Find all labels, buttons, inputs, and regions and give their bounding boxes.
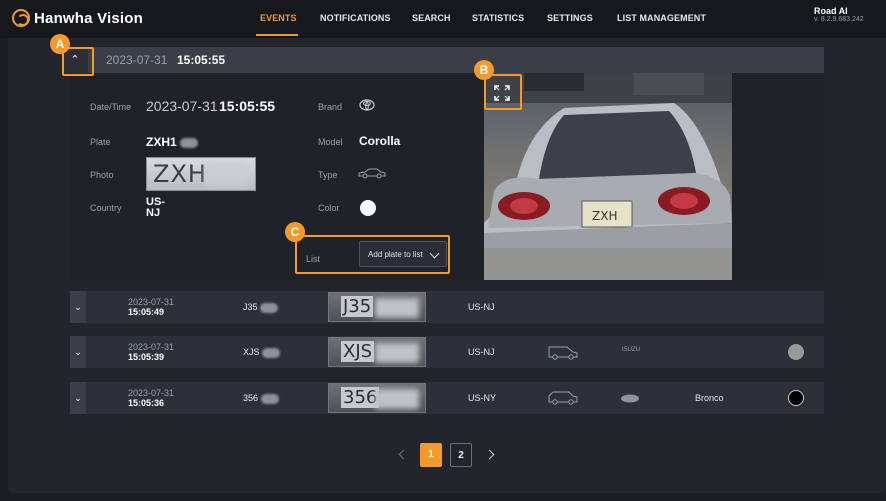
highlight-a: [62, 47, 94, 76]
row-date: 2023-07-31: [128, 342, 175, 352]
event-date: 2023-07-31: [106, 53, 168, 67]
van-icon: [548, 346, 578, 360]
logo-text: Hanwha Vision: [34, 9, 144, 27]
event-row[interactable]: ⌄ 2023-07-31 15:05:39 XJS XJS US-NJ ISUZU: [70, 336, 824, 368]
nav-search[interactable]: SEARCH: [412, 13, 451, 23]
page-2-button[interactable]: 2: [450, 443, 472, 467]
active-tab-indicator: [256, 34, 298, 36]
row-datetime: 2023-07-31 15:05:36: [128, 388, 174, 408]
version-text: v. 8.2.9.683.242: [814, 16, 864, 23]
datetime-date: 2023-07-31: [146, 98, 218, 114]
event-row[interactable]: ⌄ 2023-07-31 15:05:49 J35 J35 US-NJ: [70, 291, 824, 323]
row-datetime: 2023-07-31 15:05:49: [128, 297, 174, 317]
row-plate-photo-text: J35: [341, 296, 374, 317]
row-plate-text: J35: [243, 302, 258, 312]
row-plate-photo-redaction: [375, 389, 419, 409]
toyota-logo-icon: [359, 99, 375, 111]
row-plate-photo-text: 356: [341, 387, 380, 408]
row-model: Bronco: [695, 393, 724, 403]
logo: Hanwha Vision: [12, 9, 143, 27]
nav-settings[interactable]: SETTINGS: [547, 13, 593, 23]
page-1-button[interactable]: 1: [420, 443, 442, 467]
row-plate-text: XJS: [243, 347, 260, 357]
nav-notifications[interactable]: NOTIFICATIONS: [320, 13, 391, 23]
nav-statistics[interactable]: STATISTICS: [472, 13, 524, 23]
plate-label: Plate: [90, 137, 111, 147]
ford-logo-icon: [621, 394, 639, 403]
plate-photo: ZXH: [146, 157, 256, 191]
vehicle-color-swatch: [360, 200, 376, 216]
top-bar: Hanwha Vision EVENTS NOTIFICATIONS SEARC…: [0, 0, 886, 38]
row-plate-photo: 356: [328, 383, 426, 413]
row-plate-text: 356: [243, 393, 259, 403]
chevron-down-icon: ⌄: [74, 347, 82, 357]
photo-label: Photo: [90, 170, 114, 180]
row-date: 2023-07-31: [128, 297, 175, 307]
row-time: 15:05:39: [128, 352, 165, 362]
expand-toggle-button[interactable]: ⌄: [70, 382, 86, 414]
brand-label: Brand: [318, 102, 343, 112]
plate-redaction: [180, 137, 199, 148]
row-plate-redaction: [260, 302, 279, 313]
plate-photo-redaction: [205, 164, 249, 186]
row-color-swatch: [788, 344, 804, 360]
product-info: Road AI v. 8.2.9.683.242: [814, 6, 864, 23]
row-time: 15:05:36: [128, 398, 165, 408]
event-time: 15:05:55: [177, 53, 226, 67]
row-plate: 356: [243, 393, 279, 404]
plate-value: ZXH1: [146, 135, 199, 149]
suv-icon: [548, 391, 578, 405]
row-date: 2023-07-31: [128, 388, 175, 398]
row-plate-photo-redaction: [375, 298, 419, 318]
row-country: US-NJ: [468, 347, 495, 357]
expand-toggle-button[interactable]: ⌄: [70, 336, 86, 368]
row-plate-photo: J35: [328, 292, 426, 322]
country-value: US-NJ: [146, 196, 165, 219]
plate-photo-text: ZXH: [153, 160, 207, 188]
model-label: Model: [318, 137, 343, 147]
car-plate-text: ZXH: [592, 209, 617, 223]
expand-toggle-button[interactable]: ⌄: [70, 291, 86, 323]
row-plate: J35: [243, 302, 279, 313]
hanwha-logo-icon: [12, 9, 30, 27]
annotation-badge-c: C: [285, 222, 305, 242]
chevron-down-icon: ⌄: [74, 302, 82, 312]
datetime-label: Date/Time: [90, 102, 132, 112]
country-label: Country: [90, 203, 122, 213]
row-plate-redaction: [260, 393, 279, 404]
nav-list-management[interactable]: LIST MANAGEMENT: [617, 13, 706, 23]
row-plate-redaction: [262, 347, 281, 358]
plate-text: ZXH1: [146, 135, 177, 149]
model-value: Corolla: [359, 134, 401, 148]
row-country: US-NY: [468, 393, 497, 403]
nav-events[interactable]: EVENTS: [260, 13, 297, 23]
row-country: US-NJ: [468, 302, 495, 312]
sedan-icon: [358, 168, 386, 179]
row-time: 15:05:49: [128, 307, 165, 317]
type-label: Type: [318, 170, 338, 180]
isuzu-logo: ISUZU: [622, 347, 640, 353]
row-datetime: 2023-07-31 15:05:39: [128, 342, 174, 362]
annotation-badge-b: B: [474, 60, 494, 80]
product-name: Road AI: [814, 6, 848, 16]
highlight-b: [484, 74, 522, 110]
expanded-event-header: ⌃ 2023-07-31 15:05:55: [62, 47, 824, 73]
row-plate: XJS: [243, 347, 281, 358]
annotation-badge-a: A: [50, 34, 70, 54]
chevron-down-icon: ⌄: [74, 393, 82, 403]
row-plate-photo-text: XJS: [341, 341, 375, 362]
row-color-swatch: [788, 390, 804, 406]
row-plate-photo-redaction: [375, 343, 419, 363]
event-row[interactable]: ⌄ 2023-07-31 15:05:36 356 356 US-NY Bronc…: [70, 382, 824, 414]
row-plate-photo: XJS: [328, 337, 426, 367]
datetime-time: 15:05:55: [219, 98, 276, 114]
color-label: Color: [318, 203, 340, 213]
highlight-c: [295, 235, 450, 274]
